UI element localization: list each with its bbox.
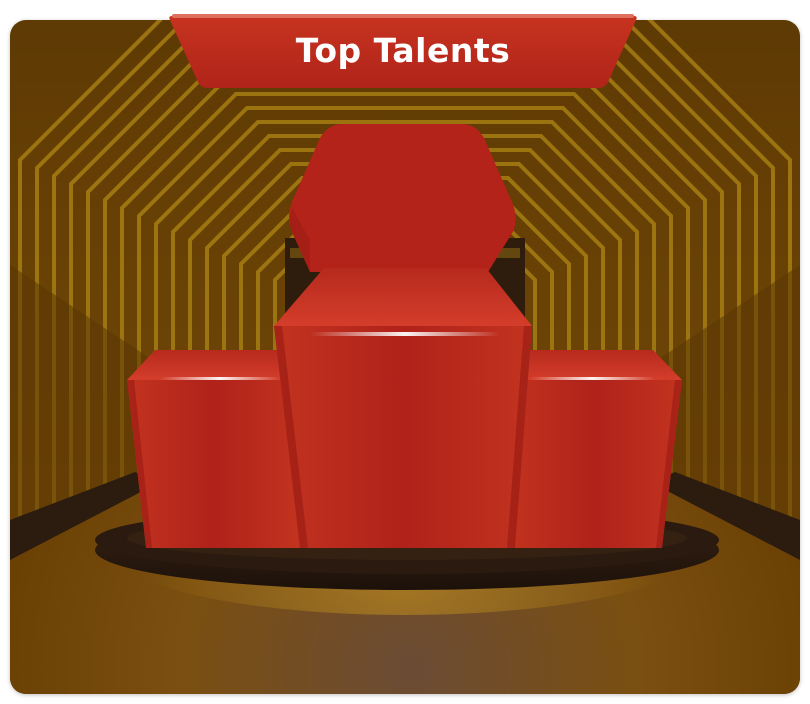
podium-scene: [10, 20, 800, 694]
page-title: Top Talents: [295, 31, 511, 70]
first-place-podium: [274, 268, 532, 548]
first-place-backrest: [289, 124, 516, 272]
third-place-podium: [507, 350, 682, 548]
leaderboard-card: [10, 20, 800, 694]
title-banner: Top Talents: [168, 14, 638, 88]
second-place-podium: [127, 350, 300, 548]
